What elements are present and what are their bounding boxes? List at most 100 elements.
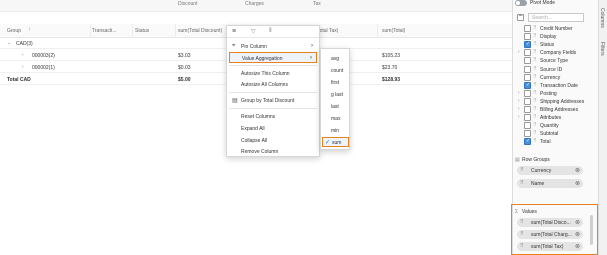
column-search-input[interactable]: Search... [528,13,584,22]
expand-chevron-icon[interactable]: › [518,106,520,112]
header-group[interactable]: Group [7,28,21,34]
drag-handle-icon[interactable]: ⠿ [533,90,537,96]
column-checkbox[interactable] [524,81,531,89]
value-chip[interactable]: ⠿ sum(Total Tax) ⊗ [517,242,583,251]
menu-item-autosize-column[interactable]: Autosize This Column [229,68,317,79]
column-list-item[interactable]: ⠿ Credit Number [516,25,596,33]
select-all-checkbox[interactable] [517,13,524,21]
column-list-item[interactable]: › ⠿ Shipping Addresses [516,97,596,106]
drag-handle-icon[interactable]: ⠿ [533,98,537,104]
drag-handle-icon[interactable]: ⠿ [520,231,524,237]
drag-handle-icon[interactable]: ⠿ [533,82,537,88]
menu-item-autosize-all[interactable]: Autosize All Columns [229,79,317,90]
column-list-item[interactable]: ⠿Total [516,138,596,146]
expand-chevron-icon[interactable]: › [518,98,520,104]
column-list-item[interactable]: › ⠿ Billing Addresses [516,106,596,114]
drag-handle-icon[interactable]: ⠿ [533,130,537,136]
values-scrollbar[interactable] [590,215,593,245]
column-checkbox[interactable] [524,57,531,65]
column-list-item[interactable]: ⠿ Source Type [516,57,596,65]
header-sum-total-discount[interactable]: sum(Total Discount) [178,28,222,34]
drag-handle-icon[interactable]: ⠿ [533,41,537,47]
menu-item-expand-all[interactable]: Expand All [229,123,317,134]
expand-chevron-icon[interactable]: › [518,49,520,55]
drag-handle-icon[interactable]: ⠿ [520,180,524,186]
column-list-item[interactable]: ⠿ Currency [516,73,596,82]
drag-handle-icon[interactable]: ⠿ [533,57,537,63]
menu-lines-icon[interactable]: ≡ [232,28,236,35]
menu-item-value-aggregation[interactable]: Value Aggregation › [229,52,317,63]
column-checkbox[interactable] [524,49,531,57]
remove-icon[interactable]: ⊗ [575,231,580,238]
drag-handle-icon[interactable]: ⠿ [533,138,537,144]
column-list-item[interactable]: › ⠿ Company Fields [516,49,596,57]
menu-item-reset-columns[interactable]: Reset Columns [229,111,317,122]
drag-handle-icon[interactable]: ⠿ [533,25,537,31]
agg-option-max[interactable]: max [322,114,349,124]
drag-handle-icon[interactable]: ⠿ [533,49,537,55]
drag-handle-icon[interactable]: ⠿ [533,106,537,112]
column-checkbox[interactable] [524,122,531,130]
column-list-item[interactable]: ⠿Status [516,41,596,49]
agg-option-sum[interactable]: ✓ sum [322,137,349,147]
remove-icon[interactable]: ⊗ [575,180,580,187]
expand-chevron-icon[interactable]: › [518,114,520,120]
agg-option-count[interactable]: count [322,66,349,76]
drag-handle-icon[interactable]: ⠿ [533,33,537,39]
expand-chevron-icon[interactable]: › [22,52,24,58]
column-list-item[interactable]: ⠿Transaction Date [516,81,596,90]
menu-item-remove-column[interactable]: Remove Column [229,146,317,157]
agg-option-min[interactable]: min [322,126,349,136]
tab-columns[interactable]: Columns [598,8,607,38]
drag-handle-icon[interactable]: ⠿ [533,66,537,72]
drag-handle-icon[interactable]: ⠿ [520,219,524,225]
remove-icon[interactable]: ⊗ [575,167,580,174]
value-chip[interactable]: ⠿ sum(Total Charg... ⊗ [517,230,583,239]
column-checkbox[interactable] [524,114,531,122]
agg-option-g-last[interactable]: g last [322,90,349,100]
columns-icon[interactable]: ⫴ [269,28,272,35]
column-checkbox[interactable] [524,41,531,49]
filter-icon[interactable]: ▽ [251,28,256,35]
column-checkbox[interactable] [524,25,531,32]
column-list-item[interactable]: ⠿ Source ID [516,65,596,74]
drag-handle-icon[interactable]: ⠿ [520,167,524,173]
header-transaction[interactable]: Transacti... [92,28,117,34]
column-checkbox[interactable] [524,65,531,73]
value-chip[interactable]: ⠿ sum(Total Disco... ⊗ [517,218,583,227]
expand-chevron-icon[interactable]: › [518,90,520,96]
drag-handle-icon[interactable]: ⠿ [520,243,524,249]
drag-handle-icon[interactable]: ⠿ [533,74,537,80]
column-checkbox[interactable] [524,73,531,81]
sort-asc-icon[interactable]: ↑ [28,27,31,33]
remove-icon[interactable]: ⊗ [575,219,580,226]
drag-handle-icon[interactable]: ⠿ [533,114,537,120]
agg-option-last[interactable]: last [322,102,349,112]
column-list-item[interactable]: ⠿ Subtotal [516,130,596,138]
column-checkbox[interactable] [524,138,531,146]
menu-item-pin-column[interactable]: ⌖ Pin Column › [229,41,317,52]
row-group-chip[interactable]: ⠿ Currency ⊗ [517,166,583,175]
pivot-mode-toggle[interactable] [515,0,527,6]
header-sum-total[interactable]: sum(Total) [382,28,405,34]
header-status[interactable]: Status [135,28,149,34]
row-group-chip[interactable]: ⠿ Name ⊗ [517,179,583,188]
column-checkbox[interactable] [524,89,531,97]
collapse-chevron-icon[interactable]: ⌄ [7,40,11,46]
tab-filters[interactable]: Filters [598,42,607,68]
remove-icon[interactable]: ⊗ [575,243,580,250]
agg-option-first[interactable]: first [322,78,349,88]
agg-option-avg[interactable]: avg [322,54,349,64]
column-list-item[interactable]: › ⠿ Posting [516,89,596,98]
column-list-item[interactable]: ⠿ Quantity [516,122,596,130]
drag-handle-icon[interactable]: ⠿ [533,122,537,128]
menu-item-group-by[interactable]: ▤ Group by Total Discount [229,95,317,106]
column-list-item[interactable]: › ⠿ Attributes [516,114,596,122]
column-checkbox[interactable] [524,33,531,41]
column-checkbox[interactable] [524,130,531,138]
column-list-item[interactable]: ⠿ Display [516,33,596,41]
expand-chevron-icon[interactable]: › [22,64,24,70]
column-checkbox[interactable] [524,106,531,113]
column-checkbox[interactable] [524,97,531,105]
menu-item-collapse-all[interactable]: Collapse All [229,135,317,146]
